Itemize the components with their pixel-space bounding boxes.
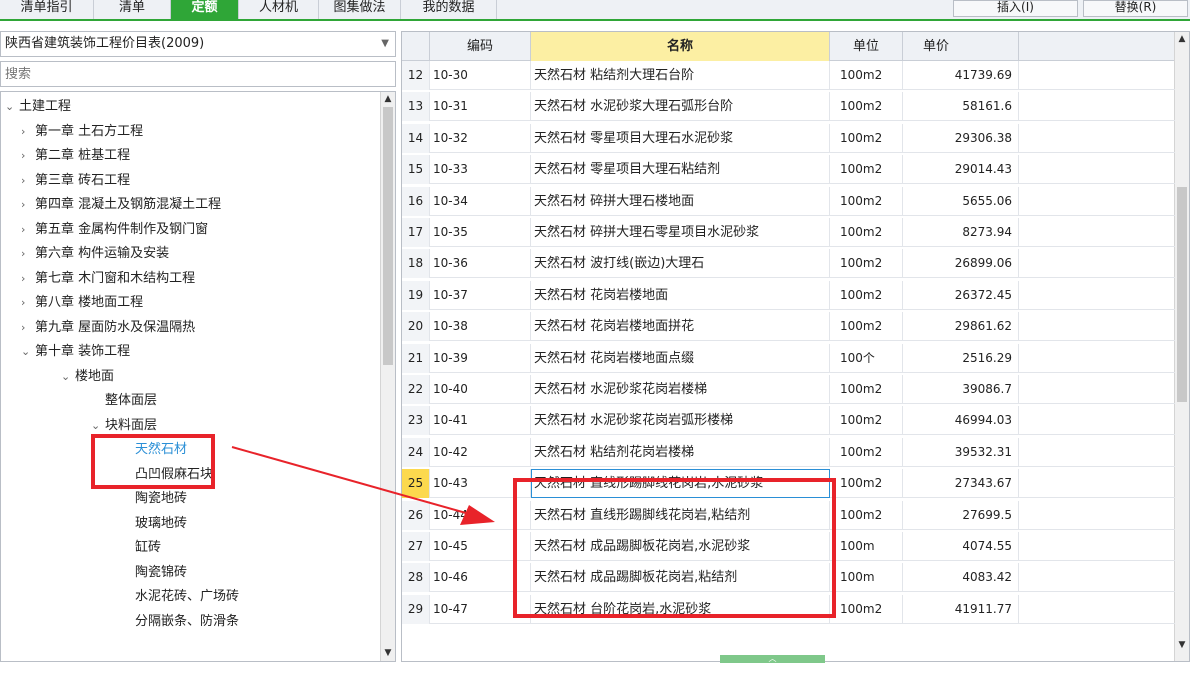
- annotation-arrow: [231, 446, 495, 525]
